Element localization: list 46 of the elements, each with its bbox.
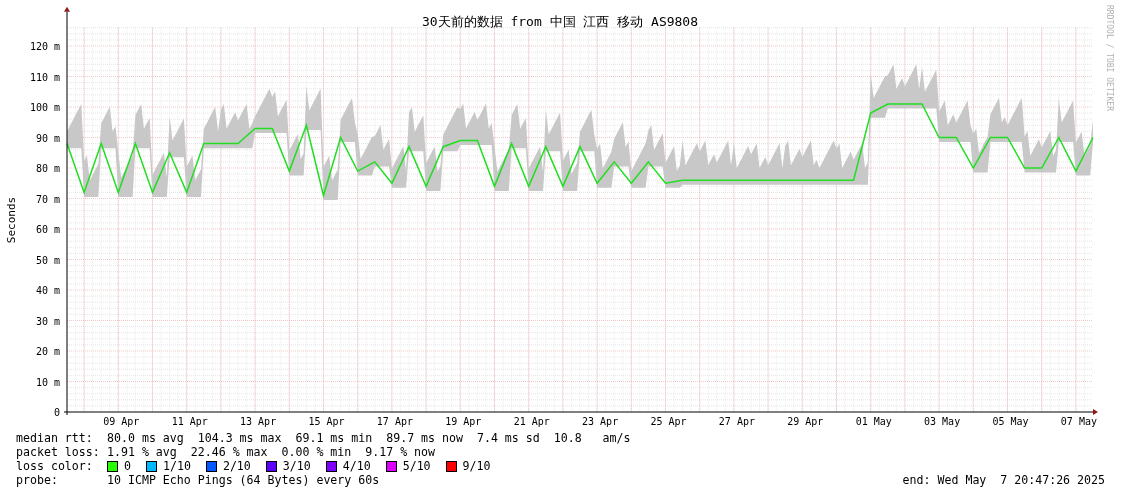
x-tick-label: 03 May — [924, 416, 961, 427]
x-tick-label: 23 Apr — [582, 416, 619, 427]
y-tick-label: 0 — [53, 407, 60, 418]
y-axis-label: Seconds — [5, 196, 18, 244]
y-tick-label: 50 m — [35, 254, 60, 266]
x-tick-label: 21 Apr — [513, 416, 550, 427]
swatch-label: 3/10 — [282, 459, 311, 473]
x-tick-label: 25 Apr — [650, 416, 687, 427]
x-tick-label: 27 Apr — [718, 416, 755, 427]
probe-text: 10 ICMP Echo Pings (64 Bytes) every 60s — [107, 473, 380, 487]
y-tick-label: 80 m — [35, 163, 60, 174]
swatch-label: 0 — [124, 459, 131, 473]
legend-label: loss color: — [16, 459, 94, 473]
y-tick-label: 100 m — [29, 102, 60, 113]
x-tick-label: 19 Apr — [445, 416, 482, 427]
x-tick-label: 29 Apr — [787, 416, 824, 427]
y-tick-label: 30 m — [35, 315, 60, 327]
x-tick-label: 15 Apr — [308, 416, 345, 427]
side-text: RRDTOOL / TOBI OETIKER — [1105, 5, 1114, 111]
x-tick-label: 07 May — [1060, 416, 1097, 427]
swatch-label: 4/10 — [342, 459, 371, 473]
swatch-label: 5/10 — [402, 459, 431, 473]
x-tick-label: 09 Apr — [103, 416, 140, 427]
end-time: end: Wed May 7 20:47:26 2025 — [902, 473, 1105, 487]
x-tick-label: 01 May — [855, 416, 892, 427]
y-tick-label: 20 m — [35, 346, 60, 357]
y-tick-label: 10 m — [35, 376, 60, 388]
x-tick-label: 11 Apr — [171, 416, 208, 427]
legend-label: packet loss: — [16, 445, 101, 459]
legend-label: median rtt: — [16, 431, 94, 445]
legend-stats: 1.91 % avg 22.46 % max 0.00 % min 9.17 % now — [107, 445, 436, 459]
y-tick-label: 110 m — [29, 71, 60, 83]
swatch-label: 9/10 — [462, 459, 491, 473]
x-tick-label: 13 Apr — [240, 416, 277, 427]
y-tick-label: 40 m — [35, 285, 60, 296]
swatch-label: 2/10 — [222, 459, 251, 473]
chart-title: 30天前的数据 from 中国 江西 移动 AS9808 — [421, 14, 699, 29]
y-tick-label: 60 m — [35, 224, 60, 235]
x-tick-label: 17 Apr — [376, 416, 413, 427]
legend-label: probe: — [16, 473, 59, 487]
y-tick-label: 70 m — [35, 193, 60, 205]
legend-stats: 80.0 ms avg 104.3 ms max 69.1 ms min 89.7 ms now 7.4 ms sd 10.8 am/s — [107, 431, 631, 445]
x-tick-label: 05 May — [992, 416, 1029, 427]
swatch-label: 1/10 — [163, 459, 191, 473]
y-tick-label: 90 m — [35, 132, 60, 144]
y-tick-label: 120 m — [29, 41, 60, 52]
